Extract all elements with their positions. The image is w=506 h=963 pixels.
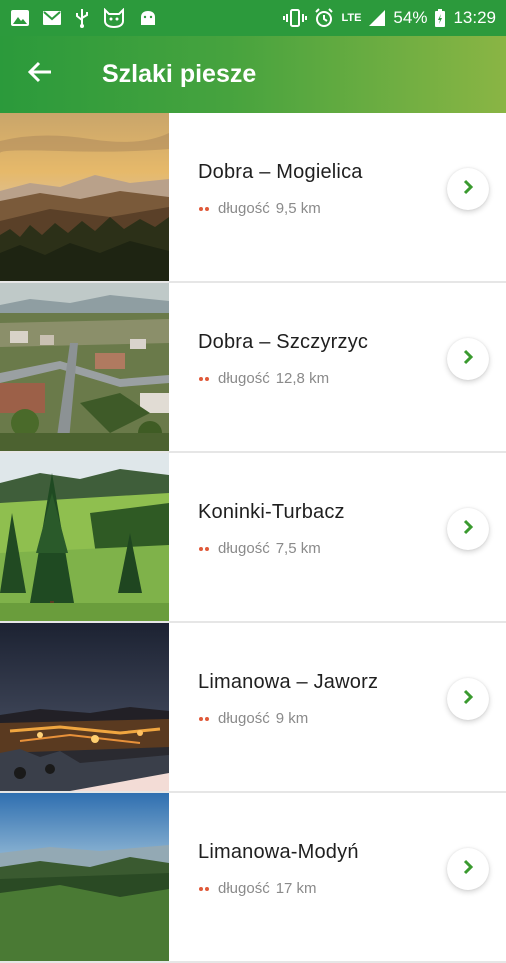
length-label: długość bbox=[218, 880, 270, 897]
length-label: długość bbox=[218, 710, 270, 727]
android-icon bbox=[138, 9, 158, 27]
trail-name: Limanowa-Modyń bbox=[198, 841, 359, 863]
trail-name: Dobra – Mogielica bbox=[198, 161, 363, 183]
trail-list: Dobra – Mogielica długość 9,5 km Dobra –… bbox=[0, 113, 506, 963]
open-trail-button[interactable] bbox=[447, 508, 489, 550]
trail-list-item[interactable]: Dobra – Mogielica długość 9,5 km bbox=[0, 113, 506, 283]
trail-list-item[interactable]: Dobra – Szczyrzyc długość 12,8 km bbox=[0, 283, 506, 453]
trail-list-item[interactable]: Limanowa – Jaworz długość 9 km bbox=[0, 623, 506, 793]
length-label: długość bbox=[218, 540, 270, 557]
chevron-right-icon bbox=[461, 179, 475, 200]
chevron-right-icon bbox=[461, 519, 475, 540]
lte-icon: LTE bbox=[341, 11, 362, 24]
open-trail-button[interactable] bbox=[447, 168, 489, 210]
trail-list-item[interactable]: Limanowa-Modyń długość 17 km bbox=[0, 793, 506, 963]
status-bar: LTE 54% 13:29 bbox=[0, 0, 506, 36]
back-button[interactable] bbox=[10, 45, 70, 105]
battery-percent: 54% bbox=[393, 8, 428, 27]
trail-thumbnail bbox=[0, 283, 169, 451]
route-dots-icon bbox=[198, 715, 210, 723]
trail-thumbnail bbox=[0, 453, 169, 621]
length-label: długość bbox=[218, 200, 270, 217]
trail-length: 17 km bbox=[275, 880, 317, 897]
trail-thumbnail bbox=[0, 113, 169, 281]
route-dots-icon bbox=[198, 545, 210, 553]
trail-name: Koninki-Turbacz bbox=[198, 501, 345, 523]
arrow-back-icon bbox=[27, 59, 53, 90]
trail-thumbnail bbox=[0, 623, 169, 791]
page-title: Szlaki piesze bbox=[102, 60, 257, 88]
open-trail-button[interactable] bbox=[447, 678, 489, 720]
open-trail-button[interactable] bbox=[447, 848, 489, 890]
trail-length: 7,5 km bbox=[275, 540, 321, 557]
alarm-icon bbox=[314, 8, 334, 28]
battery-charging-icon bbox=[434, 8, 446, 28]
open-trail-button[interactable] bbox=[447, 338, 489, 380]
route-dots-icon bbox=[198, 205, 210, 213]
clock: 13:29 bbox=[453, 8, 496, 27]
chevron-right-icon bbox=[461, 859, 475, 880]
trail-name: Limanowa – Jaworz bbox=[198, 671, 379, 693]
usb-icon bbox=[74, 8, 90, 28]
trail-length: 9,5 km bbox=[275, 200, 321, 217]
route-dots-icon bbox=[198, 885, 210, 893]
mail-icon bbox=[42, 10, 62, 26]
app-bar: Szlaki piesze bbox=[0, 36, 506, 113]
trail-list-item[interactable]: Koninki-Turbacz długość 7,5 km bbox=[0, 453, 506, 623]
image-icon bbox=[10, 9, 30, 27]
trail-thumbnail bbox=[0, 793, 169, 961]
signal-icon bbox=[368, 9, 386, 27]
length-label: długość bbox=[218, 370, 270, 387]
vibrate-icon bbox=[283, 8, 308, 28]
cat-face-icon bbox=[102, 8, 126, 28]
trail-length: 12,8 km bbox=[275, 370, 330, 387]
trail-length: 9 km bbox=[275, 710, 309, 727]
chevron-right-icon bbox=[461, 689, 475, 710]
chevron-right-icon bbox=[461, 349, 475, 370]
trail-name: Dobra – Szczyrzyc bbox=[198, 331, 369, 353]
route-dots-icon bbox=[198, 375, 210, 383]
